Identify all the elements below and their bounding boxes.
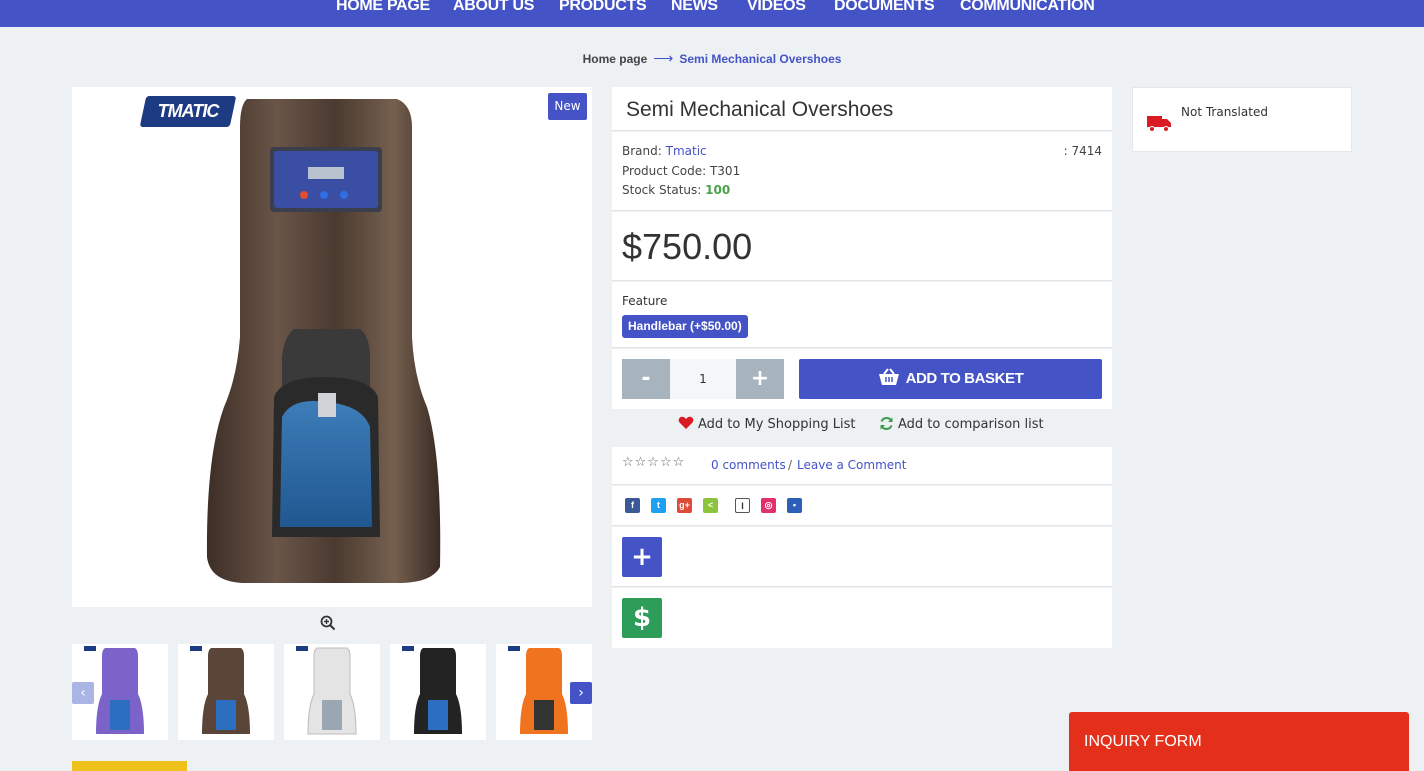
quantity-input[interactable] [670, 359, 736, 399]
quantity-increase-button[interactable]: + [736, 359, 784, 399]
shipping-info-box: Not Translated [1132, 87, 1352, 152]
share-icon[interactable]: < [703, 498, 718, 513]
basket-icon [878, 368, 899, 386]
product-title: Semi Mechanical Overshoes [626, 98, 894, 121]
price-section: $750.00 [612, 212, 1112, 281]
nav-communication[interactable]: COMMUNICATION [960, 0, 1095, 15]
feature-section: Feature Handlebar (+$50.00) [612, 282, 1112, 348]
star-rating-icon[interactable]: ☆☆☆☆☆ [622, 455, 685, 470]
nav-news[interactable]: NEWS [671, 0, 718, 15]
top-navigation: HOME PAGE ABOUT US PRODUCTS NEWS VIDEOS … [0, 0, 1424, 27]
product-main-image[interactable]: TMATIC New [72, 87, 592, 607]
brand-link[interactable]: Tmatic [666, 144, 707, 158]
nav-videos[interactable]: VIDEOS [747, 0, 806, 15]
stock-status-row: Stock Status: 100 [622, 183, 731, 197]
delicious-icon[interactable]: ▪ [787, 498, 802, 513]
nav-documents[interactable]: DOCUMENTS [834, 0, 935, 15]
arrow-right-icon: ⟶ [653, 50, 674, 66]
share-section: f t g+ < I ◎ ▪ [612, 486, 1112, 526]
thumbnail-wood[interactable] [178, 644, 274, 740]
comments-count-link[interactable]: 0 comments [711, 458, 786, 472]
product-title-section: Semi Mechanical Overshoes [612, 87, 1112, 131]
zoom-in-icon[interactable] [320, 615, 336, 631]
add-to-comparison-link[interactable]: Add to comparison list [879, 416, 1044, 432]
google-plus-icon[interactable]: g+ [677, 498, 692, 513]
nav-home-page[interactable]: HOME PAGE [336, 0, 430, 15]
comment-separator: / [788, 458, 793, 472]
truck-icon [1147, 116, 1171, 132]
yellow-tab[interactable] [72, 761, 187, 771]
breadcrumb: Home page ⟶ Semi Mechanical Overshoes [0, 50, 1424, 67]
add-to-shopping-list-link[interactable]: Add to My Shopping List [678, 416, 855, 432]
feature-label: Feature [622, 294, 668, 308]
heart-icon [678, 416, 694, 429]
instapaper-icon[interactable]: I [735, 498, 750, 513]
shipping-text: Not Translated [1181, 105, 1268, 119]
product-price: $750.00 [622, 226, 753, 267]
dollar-button[interactable]: $ [622, 598, 662, 638]
leave-comment-link[interactable]: Leave a Comment [797, 458, 906, 472]
thumbnail-white[interactable] [284, 644, 380, 740]
rating-section: ☆☆☆☆☆ 0 comments / Leave a Comment [612, 447, 1112, 485]
new-badge: New [548, 93, 587, 120]
product-id: : 7414 [1063, 144, 1102, 158]
thumbnail-black[interactable] [390, 644, 486, 740]
breadcrumb-home-link[interactable]: Home page [583, 52, 648, 66]
feature-option-handlebar[interactable]: Handlebar (+$50.00) [622, 315, 748, 338]
product-code-row: Product Code: T301 [622, 164, 741, 178]
product-photo [206, 99, 441, 583]
chevron-left-icon[interactable]: ‹ [72, 682, 94, 704]
refresh-icon [880, 416, 893, 430]
nav-about-us[interactable]: ABOUT US [453, 0, 534, 15]
brand-row: Brand: Tmatic [622, 144, 707, 158]
quantity-section: - + ADD TO BASKET [612, 349, 1112, 409]
dollar-section: $ [612, 588, 1112, 648]
quantity-decrease-button[interactable]: - [622, 359, 670, 399]
breadcrumb-current: Semi Mechanical Overshoes [679, 52, 842, 66]
instagram-icon[interactable]: ◎ [761, 498, 776, 513]
twitter-icon[interactable]: t [651, 498, 666, 513]
inquiry-form-button[interactable]: INQUIRY FORM [1069, 712, 1409, 771]
product-actions-row: Add to My Shopping List Add to compariso… [612, 416, 1112, 437]
facebook-icon[interactable]: f [625, 498, 640, 513]
plus-button[interactable]: + [622, 537, 662, 577]
product-meta-section: Brand: Tmatic Product Code: T301 Stock S… [612, 132, 1112, 211]
add-to-basket-button[interactable]: ADD TO BASKET [799, 359, 1102, 399]
chevron-right-icon[interactable]: › [570, 682, 592, 704]
plus-section: + [612, 527, 1112, 587]
thumbnail-carousel: ‹ › [72, 644, 592, 740]
nav-products[interactable]: PRODUCTS [559, 0, 647, 15]
